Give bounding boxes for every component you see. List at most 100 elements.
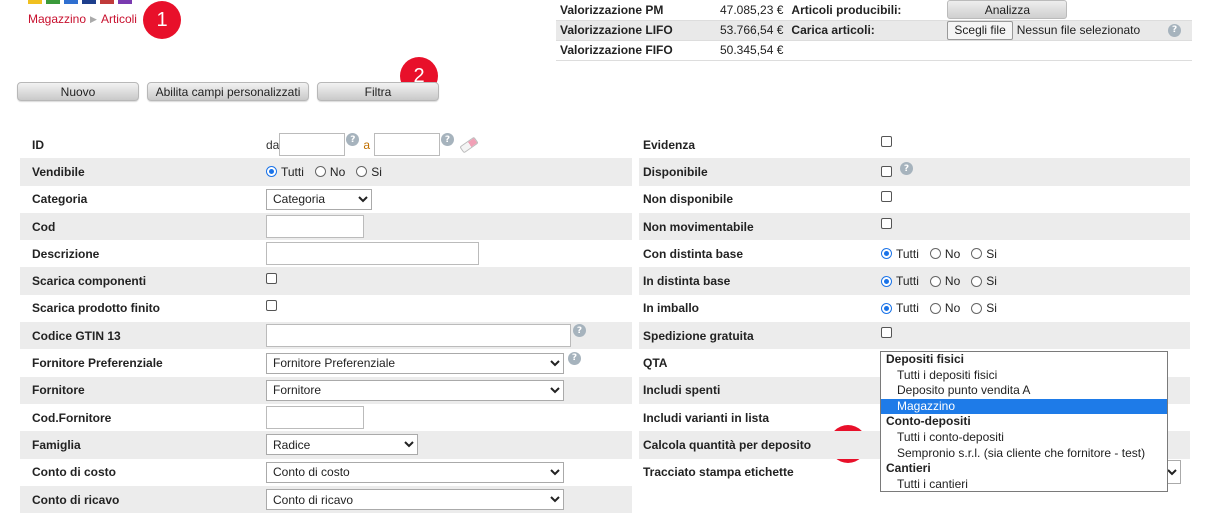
dropdown-group-conto-depositi: Conto-depositi xyxy=(886,414,971,429)
dropdown-option[interactable]: Sempronio s.r.l. (sia cliente che fornit… xyxy=(881,446,1167,462)
valorizzazione-lifo-value: 53.766,54 € xyxy=(716,20,788,41)
dropdown-group-depositi-fisici: Depositi fisici xyxy=(886,352,965,366)
eraser-icon[interactable] xyxy=(459,136,479,154)
radio-no-label: No xyxy=(944,301,961,316)
in-distinta-tutti-radio[interactable] xyxy=(881,275,892,287)
color-tab[interactable] xyxy=(46,0,60,4)
in-distinta-radio-group: Tutti No Si xyxy=(881,274,1004,288)
help-icon[interactable]: ? xyxy=(346,133,360,147)
fornitore-select[interactable]: Fornitore xyxy=(266,379,564,401)
scarica-componenti-checkbox[interactable] xyxy=(266,272,277,284)
in-imballo-radio-group: Tutti No Si xyxy=(881,301,1004,315)
breadcrumb-articoli[interactable]: Articoli xyxy=(101,12,137,26)
help-icon[interactable]: ? xyxy=(900,162,913,176)
toolbar: Nuovo Abilita campi personalizzati Filtr… xyxy=(17,82,439,101)
radio-si-label: Si xyxy=(371,164,382,179)
gtin-input[interactable] xyxy=(266,324,571,348)
cod-fornitore-label: Cod.Fornitore xyxy=(32,410,112,425)
articoli-producibili-label: Articoli producibili: xyxy=(787,0,944,21)
id-da-label: da xyxy=(266,137,280,152)
help-icon[interactable]: ? xyxy=(441,133,455,147)
fornitore-preferenziale-select[interactable]: Fornitore Preferenziale xyxy=(266,352,564,374)
id-label: ID xyxy=(32,137,44,152)
non-movimentabile-label: Non movimentabile xyxy=(643,219,754,234)
distinta-base-label: Con distinta base xyxy=(643,246,744,261)
valorizzazione-table: Valorizzazione PM 47.085,23 € Articoli p… xyxy=(556,0,1192,61)
help-icon[interactable]: ? xyxy=(573,324,586,338)
descrizione-label: Descrizione xyxy=(32,246,100,261)
descrizione-input[interactable] xyxy=(266,242,479,266)
conto-ricavo-label: Conto di ricavo xyxy=(32,492,120,507)
radio-no-label: No xyxy=(944,274,961,289)
categoria-select[interactable]: Categoria xyxy=(266,188,372,210)
help-icon[interactable]: ? xyxy=(568,351,581,365)
scarica-componenti-label: Scarica componenti xyxy=(32,274,147,289)
conto-ricavo-select[interactable]: Conto di ricavo xyxy=(266,489,564,510)
valorizzazione-fifo-label: Valorizzazione FIFO xyxy=(556,40,716,61)
in-imballo-label: In imballo xyxy=(643,301,700,316)
evidenza-checkbox[interactable] xyxy=(881,136,892,148)
breadcrumb-magazzino[interactable]: Magazzino xyxy=(28,12,86,26)
color-tab[interactable] xyxy=(100,0,114,4)
vendibile-si-radio[interactable] xyxy=(356,166,368,178)
non-disponibile-label: Non disponibile xyxy=(643,192,733,207)
annotation-badge-1: 1 xyxy=(143,1,181,39)
abilita-campi-button[interactable]: Abilita campi personalizzati xyxy=(147,82,309,101)
id-a-label: a xyxy=(363,137,371,152)
carica-articoli-label: Carica articoli: xyxy=(787,20,944,41)
vendibile-radio-group: Tutti No Si xyxy=(266,165,389,179)
famiglia-select[interactable]: Radice xyxy=(266,434,418,456)
non-disponibile-checkbox[interactable] xyxy=(881,190,892,202)
tracciato-stampa-label: Tracciato stampa etichette xyxy=(643,465,794,480)
in-distinta-si-radio[interactable] xyxy=(971,275,983,287)
distinta-no-radio[interactable] xyxy=(929,248,941,260)
in-imballo-si-radio[interactable] xyxy=(971,302,983,314)
id-to-input[interactable] xyxy=(374,133,441,157)
in-distinta-no-radio[interactable] xyxy=(929,275,941,287)
help-icon[interactable]: ? xyxy=(1168,23,1182,37)
file-upload: Scegli file Nessun file selezionato ? xyxy=(947,20,1188,40)
radio-si-label: Si xyxy=(986,274,997,289)
distinta-si-radio[interactable] xyxy=(971,248,983,260)
valorizzazione-pm-label: Valorizzazione PM xyxy=(556,0,716,21)
filtra-button[interactable]: Filtra xyxy=(317,82,439,101)
dropdown-option[interactable]: Tutti i depositi fisici xyxy=(881,368,1167,384)
color-tab[interactable] xyxy=(118,0,132,4)
radio-tutti-label: Tutti xyxy=(896,274,919,289)
vendibile-no-radio[interactable] xyxy=(314,166,326,178)
in-imballo-tutti-radio[interactable] xyxy=(881,302,892,314)
distinta-tutti-radio[interactable] xyxy=(881,248,892,260)
analizza-button[interactable]: Analizza xyxy=(947,0,1068,20)
id-from-input[interactable] xyxy=(279,133,346,157)
radio-si-label: Si xyxy=(986,301,997,316)
vendibile-label: Vendibile xyxy=(32,164,85,179)
dropdown-option[interactable]: Tutti i cantieri xyxy=(881,477,1167,493)
deposito-dropdown-list[interactable]: Depositi fisici Tutti i depositi fisici … xyxy=(880,351,1168,492)
dropdown-option[interactable]: Tutti i conto-depositi xyxy=(881,430,1167,446)
choose-file-button[interactable]: Scegli file xyxy=(947,20,1013,40)
conto-costo-select[interactable]: Conto di costo xyxy=(266,461,564,483)
filter-form-left: ID da ? a ? Vendibile Tutti No Si Catego… xyxy=(20,131,632,514)
in-distinta-label: In distinta base xyxy=(643,274,731,289)
color-tab[interactable] xyxy=(82,0,96,4)
fornitore-label: Fornitore xyxy=(32,383,85,398)
famiglia-label: Famiglia xyxy=(32,437,81,452)
vendibile-tutti-radio[interactable] xyxy=(266,166,277,178)
dropdown-option[interactable]: Deposito punto vendita A xyxy=(881,383,1167,399)
conto-costo-label: Conto di costo xyxy=(32,465,116,480)
color-tab[interactable] xyxy=(64,0,78,4)
disponibile-label: Disponibile xyxy=(643,164,708,179)
in-imballo-no-radio[interactable] xyxy=(929,302,941,314)
cod-fornitore-input[interactable] xyxy=(266,406,364,430)
cod-input[interactable] xyxy=(266,215,364,239)
disponibile-checkbox[interactable] xyxy=(881,166,892,178)
color-tab[interactable] xyxy=(28,0,42,4)
non-movimentabile-checkbox[interactable] xyxy=(881,218,892,230)
dropdown-group-cantieri: Cantieri xyxy=(886,461,931,476)
spedizione-gratuita-checkbox[interactable] xyxy=(881,327,892,339)
radio-si-label: Si xyxy=(986,246,997,261)
dropdown-option-selected[interactable]: Magazzino xyxy=(881,398,1167,415)
scarica-prodotto-checkbox[interactable] xyxy=(266,299,277,311)
nuovo-button[interactable]: Nuovo xyxy=(17,82,139,101)
valorizzazione-fifo-value: 50.345,54 € xyxy=(716,40,788,61)
